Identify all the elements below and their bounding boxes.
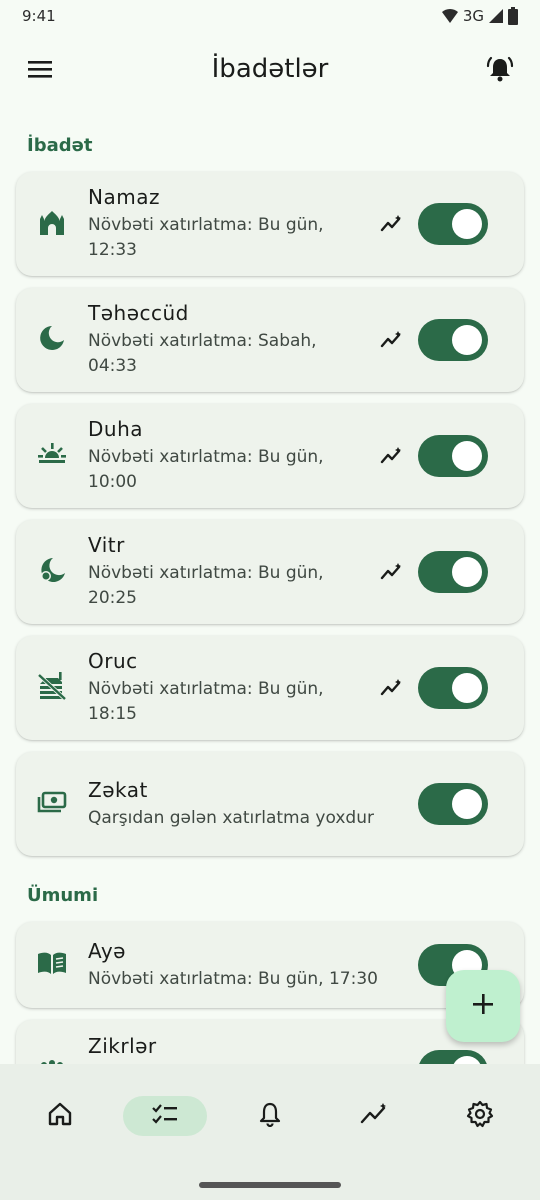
enable-toggle[interactable] <box>418 203 488 245</box>
enable-toggle[interactable] <box>418 551 488 593</box>
section-title-umumi: Ümumi <box>27 884 99 906</box>
reminder-card-tehecud[interactable]: Təhəccüd Növbəti xatırlatma: Sabah, 04:3… <box>16 288 524 392</box>
wifi-icon <box>441 8 459 24</box>
enable-toggle[interactable] <box>418 667 488 709</box>
reminder-next: Növbəti xatırlatma: Bu gün, 10:00 <box>88 447 324 492</box>
book-icon <box>36 950 68 980</box>
network-label: 3G <box>462 7 484 25</box>
reminder-list: İbadət Namaz Növbəti xatırlatma: Bu gün,… <box>0 118 540 1064</box>
reminder-name: Zəkat <box>88 777 148 802</box>
status-time: 9:41 <box>22 7 56 25</box>
menu-icon[interactable] <box>22 51 58 87</box>
add-reminder-button[interactable] <box>446 970 520 1042</box>
reminder-next: Növbəti xatırlatma: Bu gün, 18:15 <box>88 679 324 724</box>
plus-icon <box>472 993 494 1019</box>
mosque-icon <box>36 207 68 241</box>
reminder-name: Zikrlər <box>88 1034 157 1058</box>
beads-icon <box>38 1054 66 1064</box>
reminder-card-duha[interactable]: Duha Növbəti xatırlatma: Bu gün, 10:00 <box>16 404 524 508</box>
money-icon <box>37 790 67 818</box>
reminder-name: Təhəccüd <box>88 301 189 325</box>
reminder-name: Vitr <box>88 533 125 557</box>
reminder-name: Oruc <box>88 649 138 673</box>
trend-icon[interactable] <box>380 676 404 700</box>
reminder-name: Duha <box>88 417 144 441</box>
nav-reminders[interactable] <box>123 1096 208 1136</box>
reminder-next: Növbəti xatırlatma: Bu gün, 17:30 <box>88 968 378 989</box>
reminder-name: Namaz <box>88 185 160 209</box>
battery-icon <box>508 7 518 25</box>
enable-toggle[interactable] <box>418 783 488 825</box>
bottom-navigation <box>0 1064 540 1200</box>
page-title: İbadətlər <box>211 54 329 84</box>
bell-icon <box>258 1101 282 1131</box>
trend-icon[interactable] <box>380 212 404 236</box>
nav-settings[interactable] <box>438 1096 522 1136</box>
nav-home[interactable] <box>18 1096 102 1136</box>
sunrise-icon <box>37 441 67 471</box>
nav-notifications[interactable] <box>228 1096 312 1136</box>
reminder-name: Ayə <box>88 938 126 963</box>
reminder-card-oruc[interactable]: Oruc Növbəti xatırlatma: Bu gün, 18:15 <box>16 636 524 740</box>
reminder-next: Növbəti xatırlatma: Bu gün, 20:25 <box>88 563 324 608</box>
trend-icon[interactable] <box>380 444 404 468</box>
nav-statistics[interactable] <box>333 1096 417 1136</box>
home-indicator[interactable] <box>199 1182 341 1188</box>
app-bar: İbadətlər <box>0 36 540 102</box>
alarm-bell-icon[interactable] <box>482 51 518 87</box>
reminder-card-zekat[interactable]: Zəkat Qarşıdan gələn xatırlatma yoxdur <box>16 752 524 856</box>
no-food-icon <box>37 671 67 705</box>
reminder-card-vitr[interactable]: Vitr Növbəti xatırlatma: Bu gün, 20:25 <box>16 520 524 624</box>
enable-toggle[interactable] <box>418 319 488 361</box>
enable-toggle[interactable] <box>418 435 488 477</box>
status-bar: 9:41 3G <box>0 0 540 32</box>
trend-icon[interactable] <box>380 328 404 352</box>
section-title-ibadet: İbadət <box>27 134 93 156</box>
reminder-next: Növbəti xatırlatma: Bu gün, 12:33 <box>88 215 324 260</box>
signal-icon <box>488 8 504 24</box>
enable-toggle[interactable] <box>418 1050 488 1064</box>
reminder-next: Növbəti xatırlatma: Sabah, 04:33 <box>88 331 317 376</box>
settings-icon <box>466 1100 494 1132</box>
trend-icon[interactable] <box>380 560 404 584</box>
reminder-card-namaz[interactable]: Namaz Növbəti xatırlatma: Bu gün, 12:33 <box>16 172 524 276</box>
home-icon <box>47 1101 73 1131</box>
reminder-next: Qarşıdan gələn xatırlatma yoxdur <box>88 807 374 828</box>
checklist-icon <box>151 1102 179 1130</box>
moon-icon <box>38 324 66 356</box>
trend-icon <box>360 1102 390 1130</box>
night-icon <box>37 555 67 589</box>
